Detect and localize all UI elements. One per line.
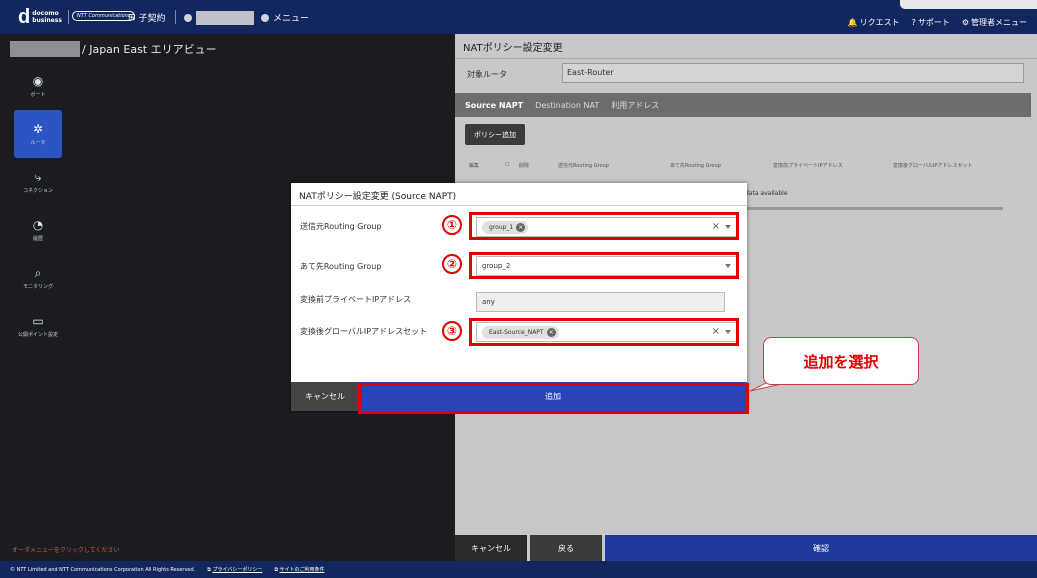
sidebar-item-router[interactable]: ✲ ルータ	[14, 110, 62, 158]
header-divider	[175, 10, 176, 24]
annotation-box-add	[358, 383, 749, 414]
order-menu-hint: オーダメニューをクリックしてください	[12, 547, 120, 554]
menu-icon	[261, 13, 269, 22]
sidebar-item-connection[interactable]: ⤷ コネクション	[0, 158, 76, 206]
back-button[interactable]: 戻る	[530, 535, 602, 561]
bell-icon: 🔔	[847, 18, 858, 27]
privacy-link[interactable]: ⧉ プライバシーポリシー	[207, 566, 262, 573]
col-delete: 削除	[519, 163, 530, 169]
panel-title: NATポリシー設定変更	[463, 43, 563, 54]
col-dest-routing-group: あて先Routing Group	[670, 163, 721, 169]
tenant-name-masked	[10, 41, 80, 57]
docomo-business-logo[interactable]: d docomo business	[18, 6, 62, 28]
sidebar-item-monitoring[interactable]: ⌕ モニタリング	[0, 254, 76, 302]
col-source-routing-group: 送信元Routing Group	[558, 163, 609, 169]
port-icon: ◉	[32, 73, 44, 88]
annotation-box-3	[469, 318, 739, 346]
modal-title: NATポリシー設定変更 (Source NAPT)	[299, 192, 457, 202]
menu-label: メニュー	[273, 14, 310, 24]
private-ip-label: 変換前プライベートIPアドレス	[300, 295, 412, 304]
header-divider	[68, 10, 69, 24]
modal-cancel-button[interactable]: キャンセル	[291, 382, 359, 411]
page-footer: © NTT Limited and NTT Communications Cor…	[0, 561, 1037, 578]
confirm-button[interactable]: 確認	[605, 535, 1037, 561]
account-selector[interactable]	[184, 11, 254, 25]
divider	[455, 58, 1037, 59]
horizontal-scrollbar[interactable]	[735, 207, 1003, 210]
target-router-label: 対象ルータ	[467, 70, 507, 79]
private-ip-input[interactable]: any	[476, 292, 725, 312]
ntt-logo: NTT Communications	[72, 11, 136, 21]
panel-footer: キャンセル 戻る 確認	[455, 535, 1037, 561]
annotation-number-2: ②	[442, 254, 462, 274]
sidebar-item-public-point[interactable]: ▭ 公開ポイント設定	[0, 302, 76, 350]
add-policy-button[interactable]: ポリシー追加	[465, 124, 525, 145]
account-name-masked	[196, 11, 254, 25]
connection-icon: ⤷	[34, 169, 42, 184]
help-icon: ?	[911, 18, 916, 27]
target-router-value: East-Router	[562, 63, 1024, 83]
logo-text-1: docomo	[32, 10, 59, 17]
logo-text-2: business	[32, 17, 62, 24]
panel-cancel-button[interactable]: キャンセル	[455, 535, 527, 561]
col-private-ip: 変換前プライベートIPアドレス	[773, 163, 843, 169]
nat-tabs: Source NAPT Destination NAT 利用アドレス	[455, 93, 1031, 117]
monitoring-icon: ⌕	[34, 265, 42, 280]
tab-destination-nat[interactable]: Destination NAT	[535, 101, 599, 110]
breadcrumb: / Japan East エリアビュー	[10, 41, 217, 57]
col-edit: 編集	[469, 163, 480, 169]
terms-link[interactable]: ⧉ サイトのご利用条件	[274, 566, 324, 573]
copyright-text: © NTT Limited and NTT Communications Cor…	[10, 566, 196, 573]
annotation-box-2	[469, 252, 739, 279]
callout-select-add: 追加を選択	[763, 337, 919, 385]
request-link[interactable]: 🔔 リクエスト	[848, 17, 900, 28]
tab-source-napt[interactable]: Source NAPT	[465, 101, 523, 110]
gear-icon: ⚙	[961, 18, 969, 27]
col-global-ip-set: 変換後グローバルIPアドレスセット	[893, 163, 973, 169]
sidebar: ◉ ポート ✲ ルータ ⤷ コネクション ◔ 履歴 ⌕ モニタリング ▭ 公開ポイント設定	[0, 62, 76, 542]
area-view-title: / Japan East エリアビュー	[82, 43, 217, 56]
contract-label: 子契約	[138, 14, 166, 24]
delete-all-checkbox[interactable]: ☐	[505, 162, 509, 168]
header-tab	[900, 0, 1037, 9]
contract-icon: ⊞	[128, 12, 136, 23]
sidebar-item-port[interactable]: ◉ ポート	[0, 62, 76, 110]
tab-used-addresses[interactable]: 利用アドレス	[611, 100, 659, 111]
admin-menu-link[interactable]: ⚙ 管理者メニュー	[962, 17, 1027, 28]
sidebar-item-history[interactable]: ◔ 履歴	[0, 206, 76, 254]
divider	[291, 205, 747, 206]
history-icon: ◔	[32, 217, 44, 232]
router-icon: ✲	[32, 121, 44, 136]
menu-button[interactable]: メニュー	[261, 11, 309, 24]
annotation-box-1	[469, 212, 739, 240]
contract-switch[interactable]: ⊞ 子契約	[128, 11, 166, 25]
account-icon	[184, 14, 192, 22]
annotation-number-3: ③	[442, 321, 462, 341]
annotation-number-1: ①	[442, 215, 462, 235]
global-ip-set-label: 変換後グローバルIPアドレスセット	[300, 327, 428, 336]
top-header: d docomo business NTT Communications ⊞ 子契約…	[0, 0, 1037, 34]
logo-mark: d	[18, 6, 31, 28]
support-link[interactable]: ? サポート	[912, 17, 950, 28]
no-data-text: data available	[745, 190, 788, 197]
dest-routing-group-label: あて先Routing Group	[300, 262, 382, 271]
monitor-icon: ▭	[32, 313, 44, 328]
source-routing-group-label: 送信元Routing Group	[300, 222, 382, 231]
private-ip-value: any	[482, 298, 495, 306]
